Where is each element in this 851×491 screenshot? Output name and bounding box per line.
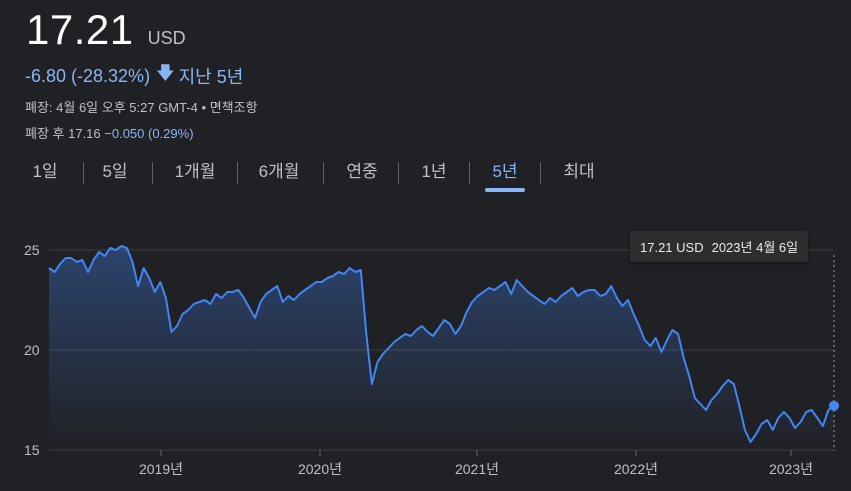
x-tick-label: 2021년 (455, 461, 499, 477)
x-axis-ticks: 2019년 2020년 2021년 2022년 2023년 (139, 450, 813, 477)
price-chart[interactable]: 25 20 15 2019년 2020년 2021년 2022년 2023년 (0, 225, 851, 491)
price-area-fill (49, 246, 834, 450)
tab-divider (237, 162, 238, 184)
tab-divider (83, 162, 84, 184)
tab-divider (540, 162, 541, 184)
x-tick-label: 2019년 (139, 461, 183, 477)
tab-ytd[interactable]: 연중 (336, 158, 388, 188)
tab-5y-label: 5년 (492, 162, 518, 181)
x-tick-label: 2020년 (298, 461, 342, 477)
price-change-row: -6.80 (-28.32%) 🡇 지난 5년 (25, 61, 243, 91)
y-tick-label: 15 (24, 442, 40, 458)
current-price: 17.21 (26, 6, 134, 53)
tooltip-date: 2023년 4월 6일 (711, 240, 799, 255)
currency-label: USD (147, 28, 186, 48)
tab-5y[interactable]: 5년 (482, 158, 528, 192)
hover-tooltip: 17.21 USD 2023년 4월 6일 (630, 231, 809, 262)
y-tick-label: 20 (24, 342, 40, 358)
tab-5d[interactable]: 5일 (92, 158, 138, 188)
current-price-dot (829, 400, 839, 411)
after-hours-label: 폐장 후 17.16 (25, 126, 101, 141)
change-period: 지난 5년 (178, 67, 244, 87)
arrow-down-icon: 🡇 (156, 63, 175, 83)
x-tick-label: 2023년 (769, 461, 813, 477)
tab-6m[interactable]: 6개월 (248, 158, 310, 188)
price-change: -6.80 (-28.32%) (25, 65, 151, 86)
after-hours-info: 폐장 후 17.16 −0.050 (0.29%) (25, 123, 194, 142)
price-header: 17.21 USD (26, 6, 186, 54)
active-tab-indicator (485, 188, 525, 192)
tab-max[interactable]: 최대 (553, 158, 605, 188)
after-hours-change: −0.050 (0.29%) (104, 126, 194, 141)
closed-info: 폐장: 4월 6일 오후 5:27 GMT-4 • 면책조항 (25, 100, 258, 115)
tab-divider (398, 162, 399, 184)
tab-1d[interactable]: 1일 (22, 158, 68, 188)
y-tick-label: 25 (24, 242, 40, 258)
range-tabs: 1일 5일 1개월 6개월 연중 1년 5년 최대 (0, 158, 851, 192)
tab-divider (323, 162, 324, 184)
x-tick-label: 2022년 (614, 461, 658, 477)
tooltip-price: 17.21 USD (640, 240, 704, 255)
tab-1m[interactable]: 1개월 (164, 158, 226, 188)
tab-1y[interactable]: 1년 (410, 158, 458, 188)
tab-divider (469, 162, 470, 184)
tab-divider (152, 162, 153, 184)
